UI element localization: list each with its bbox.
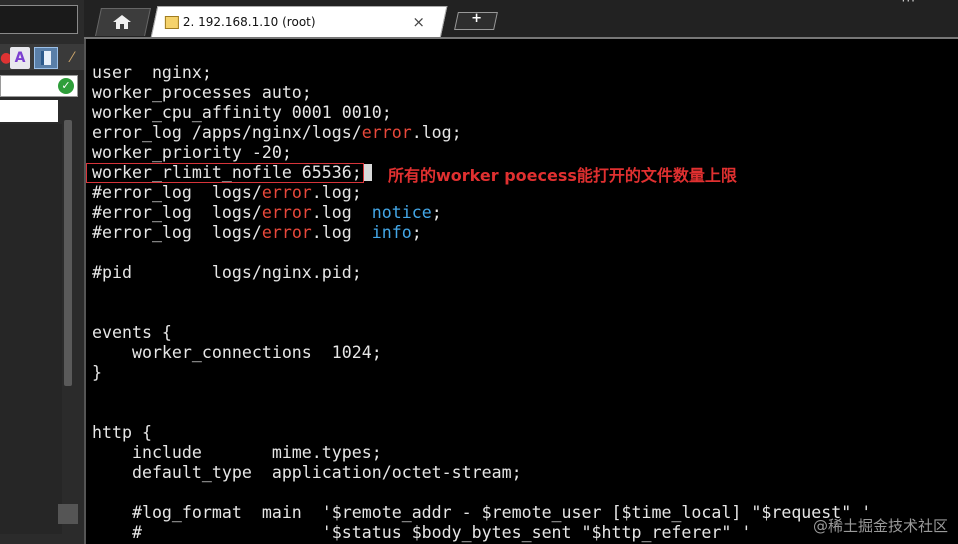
terminal-line: default_type application/octet-stream; — [92, 463, 522, 482]
left-selected-item[interactable] — [0, 100, 58, 122]
new-tab-button[interactable]: + — [454, 11, 498, 30]
terminal-line: worker_connections 1024; — [92, 343, 382, 362]
terminal-line: error_log /apps/nginx/logs/error.log; — [92, 123, 462, 142]
terminal-line: #log_format main '$remote_addr - $remote… — [92, 503, 872, 522]
terminal-line: events { — [92, 323, 172, 342]
terminal-line: worker_cpu_affinity 0001 0010; — [92, 103, 392, 122]
home-tab[interactable] — [95, 8, 151, 36]
left-scrollbar[interactable] — [64, 120, 72, 386]
terminal-line: #error_log logs/error.log; — [92, 183, 362, 202]
terminal-line: http { — [92, 423, 152, 442]
keyword-error: error — [361, 123, 412, 142]
session-tab-label: 2. 192.168.1.10 (root) — [182, 15, 316, 29]
close-icon[interactable]: × — [412, 13, 425, 31]
terminal-line: #error_log logs/error.log notice; — [92, 203, 442, 222]
terminal-line: #error_log logs/error.log info; — [92, 223, 422, 242]
terminal-session-icon — [164, 16, 179, 29]
terminal-output: user nginx; worker_processes auto; worker_… — [86, 63, 872, 543]
keyword-level: info — [371, 223, 412, 242]
magic-wand-icon[interactable]: ⁄ — [62, 47, 82, 69]
text-cursor — [363, 164, 372, 181]
plus-icon: + — [471, 11, 482, 26]
left-path-field[interactable]: ✓ — [0, 75, 78, 97]
annotation-text: 所有的worker poecess能打开的文件数量上限 — [388, 166, 737, 185]
terminal-line: #pid logs/nginx.pid; — [92, 263, 362, 282]
highlight-box — [86, 163, 364, 183]
terminal-line: user nginx; — [92, 63, 212, 82]
left-panel: ● A ⁄ ✓ — [0, 0, 84, 544]
terminal-line: # '$status $body_bytes_sent "$http_refer… — [92, 523, 752, 542]
keyword-error: error — [261, 223, 312, 242]
keyword-level: notice — [371, 203, 432, 222]
left-toolbar: ● A ⁄ — [0, 44, 84, 70]
left-file-list[interactable] — [0, 124, 62, 534]
keyword-error: error — [261, 183, 312, 202]
terminal-line: } — [92, 363, 102, 382]
home-icon — [113, 15, 131, 29]
red-icon[interactable]: ● — [0, 47, 12, 69]
left-resize-corner[interactable] — [58, 504, 78, 524]
left-top-input[interactable] — [0, 5, 78, 34]
keyword-error: error — [261, 203, 312, 222]
window-controls-dots[interactable]: ··· — [902, 0, 916, 8]
terminal-line: worker_priority -20; — [92, 143, 292, 162]
tab-bar: 2. 192.168.1.10 (root) × + ··· — [84, 0, 958, 38]
terminal-line: worker_processes auto; — [92, 83, 312, 102]
terminal-view[interactable]: user nginx; worker_processes auto; worker_… — [84, 39, 958, 544]
watermark: @稀土掘金技术社区 — [812, 517, 948, 535]
font-a-icon[interactable]: A — [10, 47, 30, 69]
terminal-line: include mime.types; — [92, 443, 382, 462]
tab-session-192-168-1-10[interactable]: 2. 192.168.1.10 (root) × — [150, 6, 448, 38]
document-icon[interactable] — [34, 47, 58, 69]
check-icon: ✓ — [58, 78, 74, 94]
